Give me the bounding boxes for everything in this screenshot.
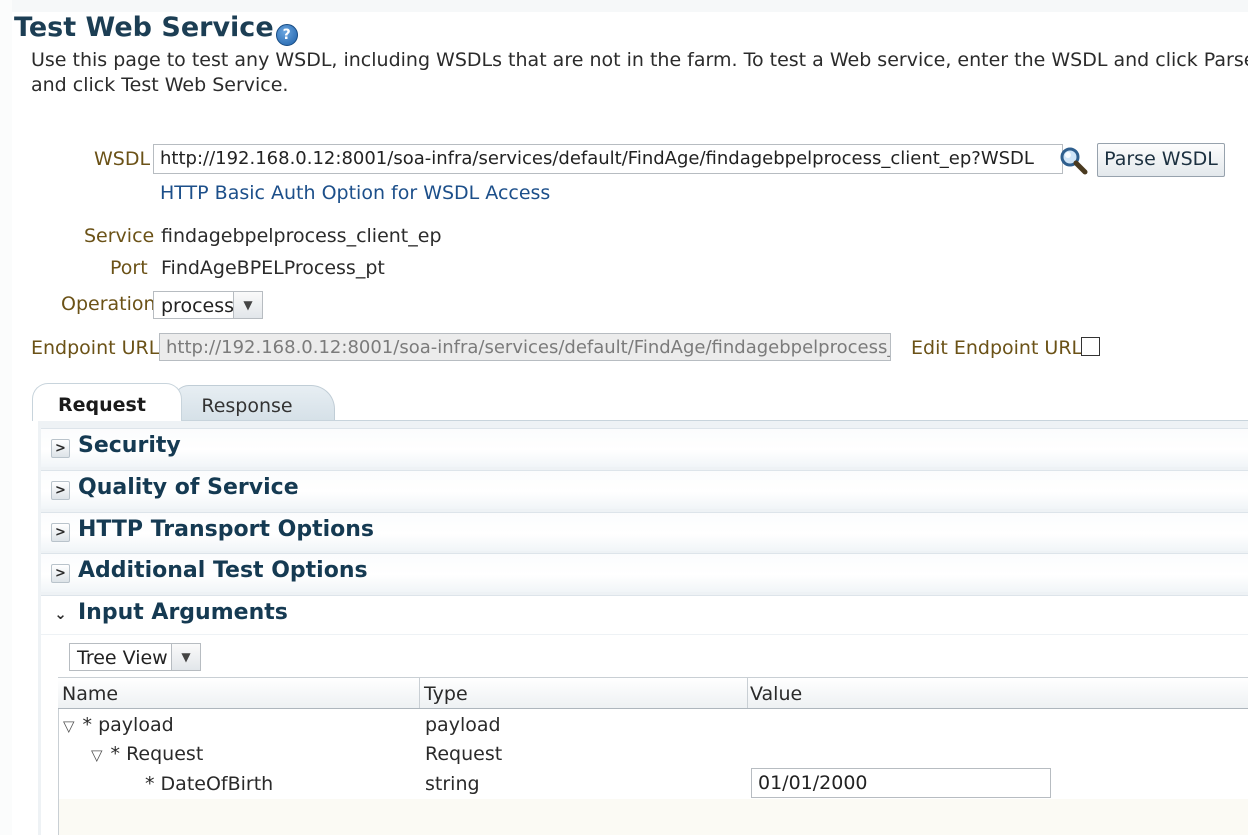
table-row[interactable]: ▽ * payload payload: [59, 709, 1248, 739]
row-type: Request: [425, 743, 503, 765]
instructions-line-1: Use this page to test any WSDL, includin…: [31, 49, 1248, 71]
row-name-text: * payload: [82, 714, 174, 736]
triangle-down-icon[interactable]: ▽: [91, 746, 103, 764]
page-title-text: Test Web Service: [14, 12, 274, 43]
column-divider[interactable]: [747, 678, 748, 708]
date-of-birth-input[interactable]: 01/01/2000: [751, 768, 1051, 798]
tree-node-name: ▽ * payload: [63, 714, 174, 736]
column-divider[interactable]: [419, 678, 420, 708]
edit-endpoint-url-checkbox[interactable]: [1081, 337, 1100, 356]
table-row[interactable]: ▽ * Request Request: [59, 738, 1248, 768]
wsdl-input[interactable]: http://192.168.0.12:8001/soa-infra/servi…: [153, 144, 1063, 174]
tab-response[interactable]: Response: [173, 385, 335, 420]
chevron-down-icon[interactable]: ▼: [171, 644, 200, 670]
section-security-label[interactable]: Security: [78, 433, 181, 458]
parse-wsdl-button[interactable]: Parse WSDL: [1097, 143, 1225, 177]
section-input-arguments[interactable]: ⌄ Input Arguments: [41, 595, 1248, 634]
service-value: findagebpelprocess_client_ep: [161, 225, 442, 247]
chevron-right-icon[interactable]: >: [51, 481, 70, 500]
triangle-down-icon[interactable]: ▽: [63, 717, 75, 735]
page-title: Test Web Service?: [14, 12, 298, 46]
help-icon[interactable]: ?: [275, 24, 298, 46]
edit-endpoint-url-label: Edit Endpoint URL: [911, 337, 1083, 359]
column-header-type[interactable]: Type: [424, 683, 468, 705]
table-header: Name Type Value: [58, 677, 1248, 709]
tree-node-name: ▽ * Request: [91, 743, 203, 765]
chevron-down-icon[interactable]: ▼: [233, 292, 262, 318]
section-http-transport-options[interactable]: > HTTP Transport Options: [41, 512, 1248, 551]
row-type: string: [425, 773, 480, 795]
column-header-value[interactable]: Value: [750, 683, 802, 705]
endpoint-url-label: Endpoint URL: [31, 337, 160, 359]
wsdl-label: WSDL: [94, 148, 151, 170]
section-http-transport-options-label[interactable]: HTTP Transport Options: [78, 517, 374, 542]
page-instructions: Use this page to test any WSDL, includin…: [31, 48, 1248, 98]
section-input-arguments-label[interactable]: Input Arguments: [78, 600, 288, 625]
instructions-line-2: and click Test Web Service.: [31, 74, 289, 96]
chevron-right-icon[interactable]: >: [51, 439, 70, 458]
section-additional-test-options[interactable]: > Additional Test Options: [41, 553, 1248, 592]
chevron-right-icon[interactable]: >: [51, 564, 70, 583]
operation-select[interactable]: process ▼: [153, 291, 263, 319]
column-header-name[interactable]: Name: [62, 683, 118, 705]
view-mode-select[interactable]: Tree View ▼: [69, 643, 201, 671]
view-mode-selected-value: Tree View: [77, 647, 168, 669]
left-strip: [0, 0, 12, 835]
port-value: FindAgeBPELProcess_pt: [161, 257, 385, 279]
tab-request[interactable]: Request: [32, 383, 182, 421]
section-quality-of-service[interactable]: > Quality of Service: [41, 470, 1248, 509]
port-label: Port: [110, 257, 148, 279]
row-name: * DateOfBirth: [145, 773, 274, 795]
row-type: payload: [425, 714, 501, 736]
http-basic-auth-link[interactable]: HTTP Basic Auth Option for WSDL Access: [160, 182, 550, 204]
operation-label: Operation: [61, 293, 156, 315]
table-row[interactable]: * DateOfBirth string: [59, 767, 1248, 799]
chevron-down-icon[interactable]: ⌄: [51, 606, 70, 625]
top-strip: [0, 0, 1248, 12]
section-quality-of-service-label[interactable]: Quality of Service: [78, 475, 299, 500]
section-security[interactable]: > Security: [41, 428, 1248, 467]
section-additional-test-options-label[interactable]: Additional Test Options: [78, 558, 368, 583]
row-name-text: * Request: [110, 743, 204, 765]
chevron-right-icon[interactable]: >: [51, 523, 70, 542]
endpoint-url-input: http://192.168.0.12:8001/soa-infra/servi…: [159, 333, 891, 361]
operation-selected-value: process: [161, 295, 235, 317]
search-icon[interactable]: [1058, 145, 1088, 175]
service-label: Service: [84, 225, 155, 247]
